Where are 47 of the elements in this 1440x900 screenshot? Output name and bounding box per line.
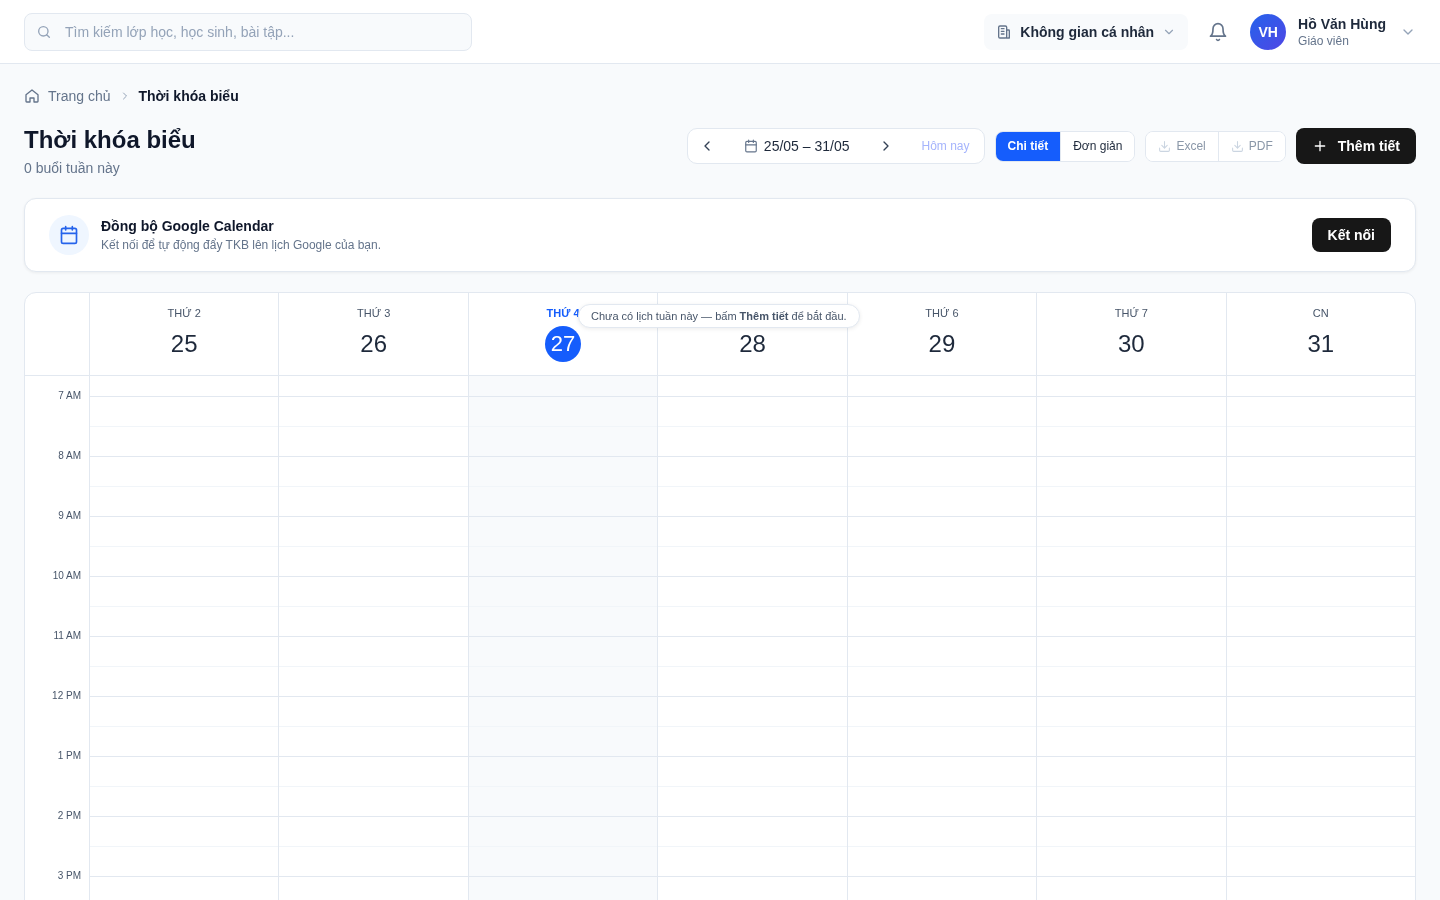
avatar[interactable]: VH [1250,13,1287,50]
home-icon [24,88,40,104]
time-label: 3 PM [57,870,81,883]
connect-button[interactable]: Kết nối [1311,218,1391,252]
search-icon [36,23,52,40]
time-label: 2 PM [57,810,81,823]
weekday-label: THỨ 7 [1114,307,1148,320]
page-subtitle: 0 buổi tuần này [24,160,121,176]
weekday-label: THỨ 2 [167,307,201,320]
day-number: 27 [545,326,582,362]
time-label: 9 AM [58,510,81,523]
time-label: 7 AM [58,390,81,403]
view-mode-tab[interactable]: Đơn giản [1060,131,1135,161]
time-label: 11 AM [53,630,81,643]
view-mode-tab[interactable]: Chi tiết [995,131,1061,161]
date-range: 25/05 – 31/05 [763,138,850,154]
day-number: 26 [360,329,387,359]
weekday-label: THỨ 4 [546,307,580,320]
bell-icon[interactable] [1208,21,1229,42]
breadcrumb-item: Thời khóa biểu [138,88,239,104]
day-number: 29 [928,329,956,359]
user-name: Hồ Văn Hùng [1298,15,1386,32]
sync-title: Đồng bộ Google Calendar [101,218,275,234]
breadcrumb-item[interactable]: Trang chủ [48,88,111,104]
download-icon [1230,139,1244,153]
sync-description: Kết nối để tự động đẩy TKB lên lịch Google của bạn. [101,238,382,252]
day-number: 30 [1118,329,1145,359]
user-role: Giáo viên [1298,33,1350,48]
time-label: 12 PM [52,690,81,703]
day-number: 28 [739,329,766,359]
weekday-label: CN [1312,307,1329,320]
workspace-dropdown[interactable]: Không gian cá nhân [984,13,1189,50]
add-period-button[interactable]: Thêm tiết [1295,128,1416,164]
day-number: 31 [1307,329,1335,359]
download-icon [1158,139,1172,153]
time-label: 1 PM [57,750,81,763]
time-label: 8 AM [58,450,81,463]
weekday-label: THỨ 6 [925,307,959,320]
time-label: 10 AM [52,570,81,583]
calendar-icon [743,139,758,153]
day-number: 25 [170,329,198,359]
empty-schedule-hint: Chưa có lịch tuần này — bấm Thêm tiết để bắt đầu. [578,304,860,328]
calendar-icon [59,225,79,245]
weekday-label: THỨ 3 [357,307,391,320]
search-field[interactable]: Tìm kiếm lớp học, học sinh, bài tập... [24,12,472,51]
building-icon [996,23,1013,40]
page-title: Thời khóa biểu [24,126,197,154]
